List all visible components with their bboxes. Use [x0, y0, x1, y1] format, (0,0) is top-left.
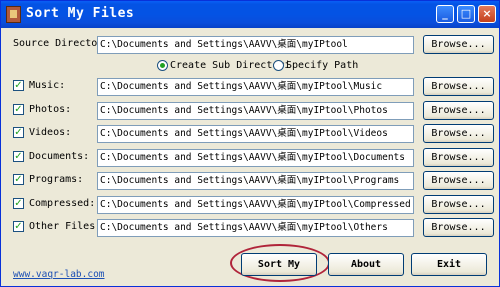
- category-browse-button[interactable]: Browse...: [423, 218, 494, 237]
- sort-my-button[interactable]: Sort My: [241, 253, 317, 276]
- close-icon[interactable]: ×: [478, 5, 496, 23]
- minimize-icon[interactable]: _: [436, 5, 454, 23]
- window-title: Sort My Files: [26, 6, 135, 21]
- create-sub-directories-radio[interactable]: [157, 60, 168, 71]
- category-checkbox[interactable]: ✓: [13, 80, 24, 91]
- category-label: Music:: [29, 80, 66, 91]
- source-directory-field[interactable]: C:\Documents and Settings\AAVV\桌面\myIPto…: [97, 36, 414, 54]
- exit-button[interactable]: Exit: [411, 253, 487, 276]
- category-path-field[interactable]: C:\Documents and Settings\AAVV\桌面\myIPto…: [97, 172, 414, 190]
- sort-my-files-window: Sort My Files _ □ × Source Directory C:\…: [0, 0, 500, 287]
- category-browse-button[interactable]: Browse...: [423, 77, 494, 96]
- source-directory-label: Source Directory: [13, 38, 110, 49]
- category-checkbox[interactable]: ✓: [13, 104, 24, 115]
- category-checkbox[interactable]: ✓: [13, 174, 24, 185]
- about-button[interactable]: About: [328, 253, 404, 276]
- category-label: Programs:: [29, 174, 84, 185]
- category-path-field[interactable]: C:\Documents and Settings\AAVV\桌面\myIPto…: [97, 102, 414, 120]
- category-path-field[interactable]: C:\Documents and Settings\AAVV\桌面\myIPto…: [97, 219, 414, 237]
- maximize-icon[interactable]: □: [457, 5, 475, 23]
- app-icon: [6, 6, 21, 23]
- specify-path-label: Specify Path: [286, 60, 359, 71]
- category-checkbox[interactable]: ✓: [13, 127, 24, 138]
- source-browse-button[interactable]: Browse...: [423, 35, 494, 54]
- category-browse-button[interactable]: Browse...: [423, 124, 494, 143]
- category-checkbox[interactable]: ✓: [13, 221, 24, 232]
- category-checkbox[interactable]: ✓: [13, 198, 24, 209]
- website-link[interactable]: www.vaqr-lab.com: [13, 269, 105, 280]
- category-label: Documents:: [29, 151, 90, 162]
- category-label: Other Files:: [29, 221, 102, 232]
- category-browse-button[interactable]: Browse...: [423, 101, 494, 120]
- category-path-field[interactable]: C:\Documents and Settings\AAVV\桌面\myIPto…: [97, 78, 414, 96]
- category-path-field[interactable]: C:\Documents and Settings\AAVV\桌面\myIPto…: [97, 196, 414, 214]
- category-browse-button[interactable]: Browse...: [423, 195, 494, 214]
- category-browse-button[interactable]: Browse...: [423, 148, 494, 167]
- category-label: Videos:: [29, 127, 72, 138]
- category-label: Photos:: [29, 104, 72, 115]
- category-path-field[interactable]: C:\Documents and Settings\AAVV\桌面\myIPto…: [97, 149, 414, 167]
- category-label: Compressed:: [29, 198, 96, 209]
- title-bar[interactable]: Sort My Files _ □ ×: [1, 1, 499, 28]
- category-checkbox[interactable]: ✓: [13, 151, 24, 162]
- category-browse-button[interactable]: Browse...: [423, 171, 494, 190]
- specify-path-radio[interactable]: [273, 60, 284, 71]
- category-path-field[interactable]: C:\Documents and Settings\AAVV\桌面\myIPto…: [97, 125, 414, 143]
